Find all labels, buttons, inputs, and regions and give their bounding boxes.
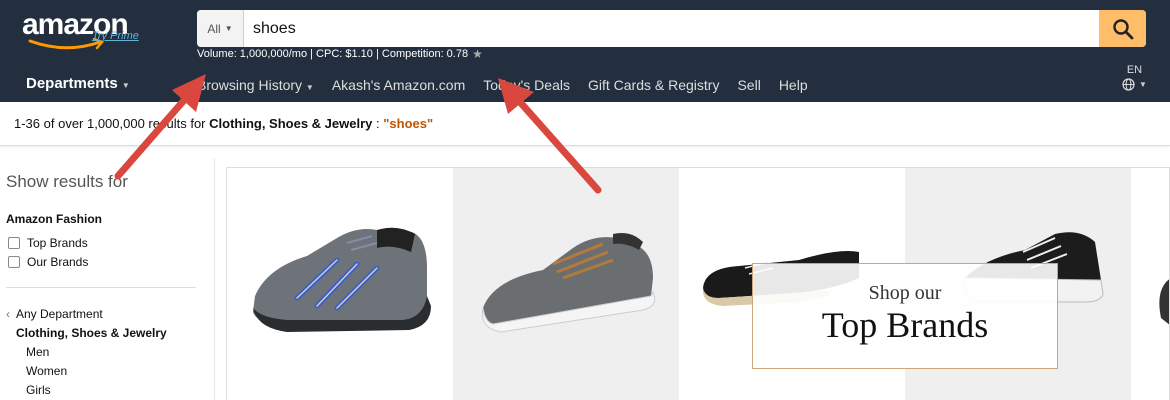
keyword-stats-text: Volume: 1,000,000/mo | CPC: $1.10 | Comp…: [197, 48, 469, 60]
product-tile[interactable]: [453, 168, 679, 400]
chevron-left-icon: ‹: [6, 307, 10, 321]
current-category: Clothing, Shoes & Jewelry: [16, 326, 167, 340]
filter-top-brands[interactable]: Top Brands: [8, 236, 88, 250]
nav-bar: Departments ▼ Browsing History ▼ Akash's…: [0, 66, 1170, 102]
results-count: 1-36 of over 1,000,000 results for: [14, 116, 210, 131]
any-department-link[interactable]: ‹ Any Department: [6, 307, 103, 321]
search-button[interactable]: [1099, 10, 1146, 47]
subcategory-link-men[interactable]: Men: [26, 345, 49, 359]
caret-down-icon: ▼: [305, 83, 314, 92]
banner-line-2: Top Brands: [821, 305, 989, 345]
nav-browsing-history[interactable]: Browsing History ▼: [197, 77, 314, 93]
sidebar-section-title: Amazon Fashion: [6, 212, 103, 226]
filter-label: Top Brands: [27, 236, 88, 250]
nav-todays-deals[interactable]: Today's Deals: [483, 77, 570, 93]
departments-label: Departments: [26, 75, 118, 92]
sidebar-heading: Show results for: [6, 172, 128, 191]
checkbox[interactable]: [8, 237, 20, 249]
star-icon[interactable]: ★: [472, 47, 483, 61]
departments-menu[interactable]: Departments ▼: [26, 75, 130, 92]
amazon-logo[interactable]: amazon Try Prime: [22, 8, 162, 50]
caret-down-icon: ▼: [1139, 80, 1147, 89]
search-category-label: All: [207, 21, 221, 36]
results-query: "shoes": [383, 116, 434, 131]
results-summary-bar: 1-36 of over 1,000,000 results for Cloth…: [0, 102, 1170, 146]
caret-down-icon: ▼: [224, 24, 233, 33]
banner-line-1: Shop our: [868, 282, 942, 304]
sidebar-divider: [6, 287, 196, 288]
search-bar: All ▼: [197, 10, 1146, 47]
language-code: EN: [1126, 64, 1143, 76]
nav-your-amazon[interactable]: Akash's Amazon.com: [332, 77, 465, 93]
search-input[interactable]: [253, 10, 1093, 47]
any-department-label: Any Department: [16, 307, 103, 321]
filter-label: Our Brands: [27, 255, 89, 269]
caret-down-icon: ▼: [121, 81, 130, 90]
product-tile[interactable]: [1131, 168, 1169, 400]
language-selector[interactable]: EN ▼: [1122, 64, 1147, 91]
search-category-dropdown[interactable]: All ▼: [197, 10, 244, 47]
search-icon: [1112, 18, 1133, 39]
subcategory-link-girls[interactable]: Girls: [26, 383, 51, 397]
running-shoe-image: [253, 227, 431, 332]
subcategory-link-women[interactable]: Women: [26, 364, 67, 378]
product-tile[interactable]: [227, 168, 453, 400]
nav-help[interactable]: Help: [779, 77, 808, 93]
canvas-sneaker-image: [481, 233, 656, 333]
nav-sell[interactable]: Sell: [737, 77, 760, 93]
checkbox[interactable]: [8, 256, 20, 268]
nav-gift-cards[interactable]: Gift Cards & Registry: [588, 77, 719, 93]
partial-shoe-image: [1159, 279, 1169, 325]
results-summary: 1-36 of over 1,000,000 results for Cloth…: [14, 116, 433, 131]
nav-links: Browsing History ▼ Akash's Amazon.com To…: [197, 77, 808, 93]
filter-our-brands[interactable]: Our Brands: [8, 255, 88, 269]
try-prime-link[interactable]: Try Prime: [92, 30, 139, 42]
nav-link-label: Browsing History: [197, 77, 303, 93]
filter-sidebar: Show results for Amazon Fashion Top Bran…: [0, 158, 215, 400]
brand-banner[interactable]: Shop our Top Brands: [226, 167, 1170, 400]
top-header: amazon Try Prime All ▼ Volume: 1,000,000…: [0, 0, 1170, 102]
results-category: Clothing, Shoes & Jewelry: [209, 116, 373, 131]
globe-icon: [1122, 78, 1135, 91]
keyword-stats: Volume: 1,000,000/mo | CPC: $1.10 | Comp…: [197, 47, 483, 61]
results-separator: :: [372, 116, 384, 131]
shop-top-brands-box[interactable]: Shop our Top Brands: [752, 263, 1058, 369]
